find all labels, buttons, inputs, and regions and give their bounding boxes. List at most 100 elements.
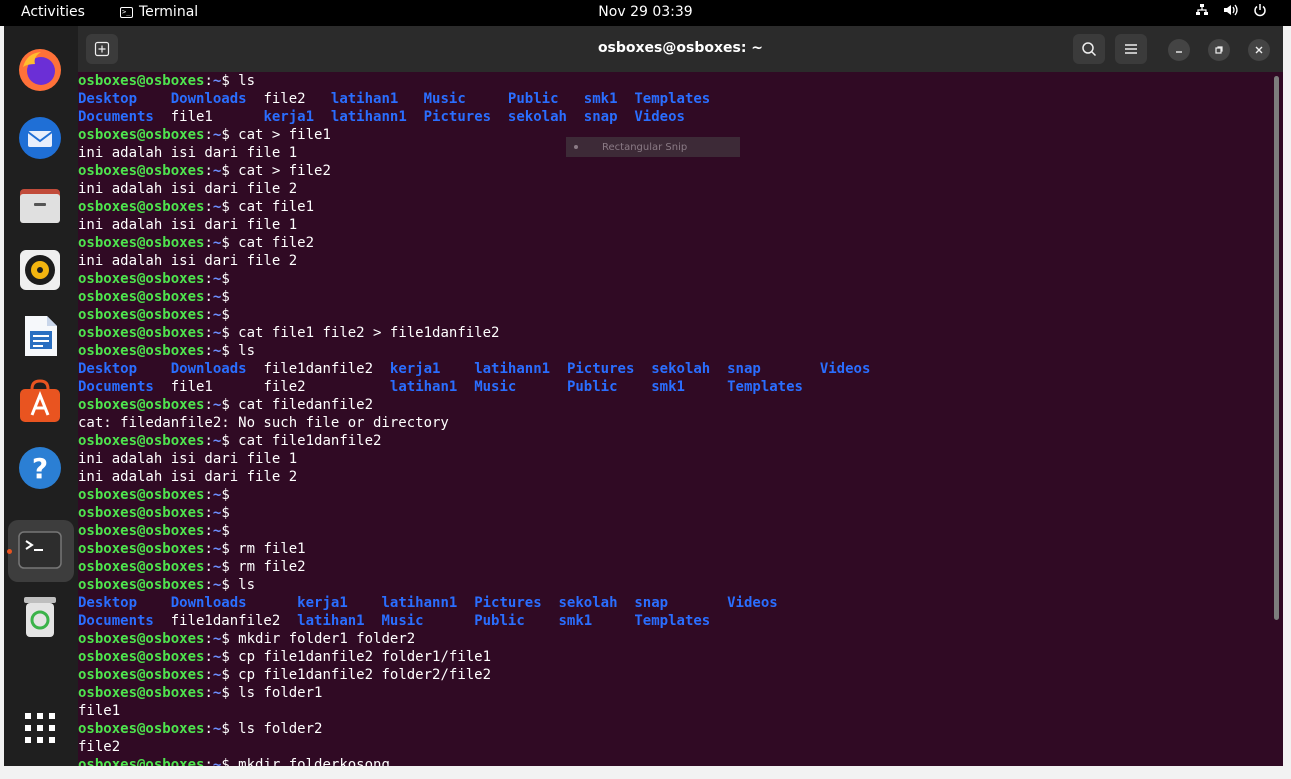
command-text: ls xyxy=(229,577,256,593)
activities-button[interactable]: Activities xyxy=(21,4,85,20)
command-text: cp file1danfile2 folder2/file2 xyxy=(229,667,492,683)
directory-entry: latihann1 xyxy=(474,361,551,377)
prompt-separator: : xyxy=(204,685,213,701)
firefox-icon[interactable] xyxy=(16,46,64,94)
command-text: ls xyxy=(229,343,256,359)
file-entry: file1 xyxy=(170,379,213,395)
snip-label: Rectangular Snip xyxy=(602,141,688,153)
prompt-dollar: $ xyxy=(221,523,230,539)
prompt-line: osboxes@osboxes:~$ xyxy=(78,306,1273,324)
search-button[interactable] xyxy=(1073,34,1105,64)
svg-text:?: ? xyxy=(32,452,48,485)
prompt-user: osboxes@osboxes xyxy=(78,271,205,287)
prompt-separator: : xyxy=(204,307,213,323)
command-text: ls folder1 xyxy=(229,685,323,701)
directory-entry: kerja1 xyxy=(297,595,348,611)
file-entry: file1 xyxy=(170,109,213,125)
prompt-line: osboxes@osboxes:~$ cat > file2 xyxy=(78,162,1273,180)
prompt-line: osboxes@osboxes:~$ rm file2 xyxy=(78,558,1273,576)
directory-entry: sekolah xyxy=(507,109,567,125)
prompt-user: osboxes@osboxes xyxy=(78,649,205,665)
command-text: ls xyxy=(229,73,256,89)
terminal-icon[interactable] xyxy=(16,526,64,574)
software-icon[interactable] xyxy=(16,378,64,426)
window-title: osboxes@osboxes: ~ xyxy=(597,40,764,56)
rectangular-snip-overlay[interactable]: Rectangular Snip xyxy=(566,137,740,157)
writer-icon[interactable] xyxy=(16,312,64,360)
terminal-output[interactable]: osboxes@osboxes:~$ ls Desktop Downloads fil… xyxy=(78,72,1273,766)
terminal-app-icon: >_ xyxy=(120,6,133,18)
prompt-line: osboxes@osboxes:~$ ls xyxy=(78,72,1273,90)
directory-entry: Templates xyxy=(727,379,803,395)
ls-output-row: Documents file1 file2 latihan1 Music Public sm… xyxy=(78,378,1273,396)
scrollbar[interactable] xyxy=(1274,76,1279,620)
prompt-separator: : xyxy=(204,631,213,647)
network-icon[interactable] xyxy=(1195,3,1209,21)
output-text: file1 xyxy=(78,703,121,719)
ls-output-row: Documents file1 kerja1 latihann1 Pictures sek… xyxy=(78,108,1273,126)
directory-entry: Pictures xyxy=(474,595,542,611)
command-text: rm file1 xyxy=(229,541,306,557)
files-icon[interactable] xyxy=(16,180,64,228)
prompt-dollar: $ xyxy=(221,559,230,575)
directory-entry: smk1 xyxy=(651,379,685,395)
file-entry: file1danfile2 xyxy=(263,361,374,377)
prompt-separator: : xyxy=(204,559,213,575)
command-text: cat file1danfile2 xyxy=(229,433,382,449)
prompt-dollar: $ xyxy=(221,649,230,665)
directory-entry: snap xyxy=(583,109,618,125)
prompt-separator: : xyxy=(204,649,213,665)
clock[interactable]: Nov 29 03:39 xyxy=(598,4,692,20)
trash-icon[interactable] xyxy=(16,592,64,640)
directory-entry: Public xyxy=(474,613,525,629)
prompt-dollar: $ xyxy=(221,505,230,521)
app-grid-icon[interactable] xyxy=(16,704,64,752)
directory-entry: Pictures xyxy=(423,109,492,125)
directory-entry: Downloads xyxy=(170,361,247,377)
command-text: rm file2 xyxy=(229,559,306,575)
prompt-user: osboxes@osboxes xyxy=(78,307,205,323)
power-icon[interactable] xyxy=(1253,3,1267,21)
dock: ? xyxy=(4,26,78,766)
prompt-dollar: $ xyxy=(221,73,230,89)
prompt-user: osboxes@osboxes xyxy=(78,235,205,251)
volume-icon[interactable] xyxy=(1223,3,1239,21)
snip-dot-icon xyxy=(574,145,578,149)
prompt-separator: : xyxy=(204,505,213,521)
help-icon[interactable]: ? xyxy=(16,444,64,492)
system-tray[interactable] xyxy=(1195,3,1267,21)
prompt-dollar: $ xyxy=(221,325,230,341)
command-text: cat file1 xyxy=(229,199,315,215)
file-entry: file2 xyxy=(263,379,306,395)
menu-button[interactable] xyxy=(1115,34,1147,64)
prompt-user: osboxes@osboxes xyxy=(78,397,205,413)
ls-output-row: Desktop Downloads file2 latihan1 Music Public… xyxy=(78,90,1273,108)
command-text: cat file2 xyxy=(229,235,315,251)
hamburger-icon xyxy=(1125,44,1137,54)
ls-output-row: Desktop Downloads kerja1 latihann1 Pictures s… xyxy=(78,594,1273,612)
command-text: cat > file2 xyxy=(229,163,331,179)
prompt-user: osboxes@osboxes xyxy=(78,685,205,701)
close-button[interactable] xyxy=(1248,39,1270,61)
prompt-user: osboxes@osboxes xyxy=(78,487,205,503)
maximize-button[interactable] xyxy=(1208,39,1230,61)
prompt-dollar: $ xyxy=(221,631,230,647)
prompt-user: osboxes@osboxes xyxy=(78,541,205,557)
prompt-separator: : xyxy=(204,541,213,557)
output-text: file2 xyxy=(78,739,121,755)
output-text: ini adalah isi dari file 2 xyxy=(78,253,298,269)
thunderbird-icon[interactable] xyxy=(16,114,64,162)
new-tab-button[interactable] xyxy=(86,34,118,64)
prompt-separator: : xyxy=(204,163,213,179)
prompt-line: osboxes@osboxes:~$ xyxy=(78,486,1273,504)
minimize-button[interactable] xyxy=(1168,39,1190,61)
rhythmbox-icon[interactable] xyxy=(16,246,64,294)
directory-entry: Downloads xyxy=(170,595,247,611)
prompt-dollar: $ xyxy=(221,577,230,593)
prompt-separator: : xyxy=(204,487,213,503)
app-menu[interactable]: >_ Terminal xyxy=(120,4,198,20)
title-bar[interactable]: osboxes@osboxes: ~ xyxy=(78,26,1283,72)
app-name: Terminal xyxy=(139,4,199,20)
output-line: ini adalah isi dari file 1 xyxy=(78,450,1273,468)
prompt-user: osboxes@osboxes xyxy=(78,559,205,575)
